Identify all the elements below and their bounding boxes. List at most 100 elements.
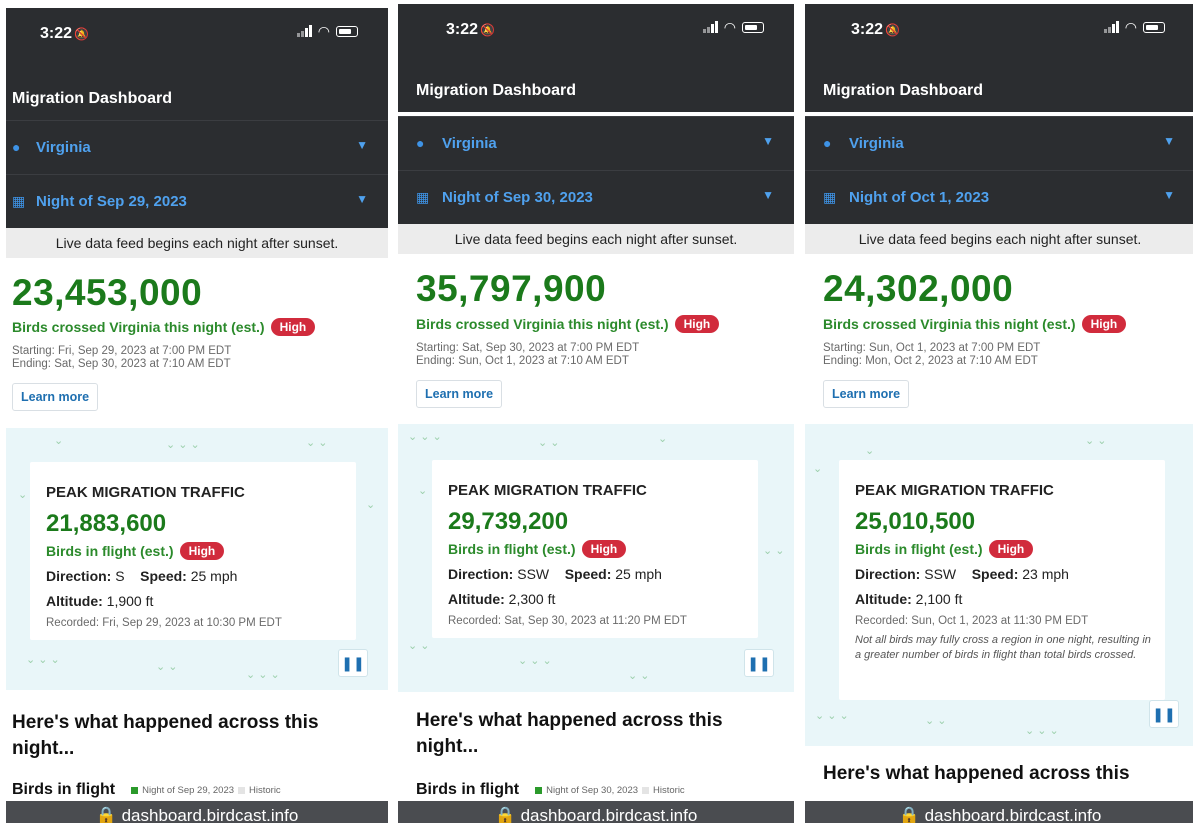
chevron-down-icon: ▼ [762, 188, 774, 202]
total-birds-count: 35,797,900 [416, 268, 607, 309]
night-select[interactable]: ▦ Night of Sep 29, 2023 ▼ [6, 174, 388, 228]
altitude-value: 1,900 ft [106, 593, 154, 609]
migration-map: ⌄ ⌄ ⌄ ⌄ ⌄ ⌄ ⌄ ⌄ ⌄ ⌄ ⌄ ⌄ ⌄ ⌄ ⌄ ⌄ PEAK MIG… [6, 428, 388, 690]
in-flight-label: Birds in flight (est.) [855, 541, 983, 557]
migration-map: ⌄ ⌄ ⌄ ⌄ ⌄ ⌄ ⌄ ⌄ ⌄ ⌄ ⌄ ⌄ PEAK MIGRATION T… [805, 424, 1193, 746]
address-bar[interactable]: 🔒 dashboard.birdcast.info [6, 801, 388, 823]
bird-marker-icon: ⌄ ⌄ ⌄ [815, 710, 849, 722]
battery-icon [1143, 21, 1165, 33]
url-text: dashboard.birdcast.info [121, 806, 299, 823]
peak-count: 29,739,200 [448, 508, 569, 535]
pause-button[interactable]: ❚❚ [1149, 700, 1179, 728]
learn-more-button[interactable]: Learn more [823, 380, 910, 408]
chart-title: Birds in flight [12, 781, 116, 798]
bird-marker-icon: ⌄ ⌄ [628, 670, 650, 682]
birds-in-flight-header: Birds in flight Night of Sep 30, 2023 Hi… [416, 781, 685, 799]
altitude: Altitude: 1,900 ft [46, 593, 153, 609]
birds-crossed-label: Birds crossed Virginia this night (est.) [823, 316, 1076, 332]
bird-marker-icon: ⌄ [54, 435, 64, 447]
live-feed-notice: Live data feed begins each night after s… [398, 224, 794, 254]
altitude: Altitude: 2,100 ft [855, 591, 962, 607]
bird-marker-icon: ⌄ ⌄ [408, 640, 430, 652]
migration-map: ⌄ ⌄ ⌄ ⌄ ⌄ ⌄ ⌄ ⌄ ⌄ ⌄ ⌄ ⌄ ⌄ ⌄ ⌄ ⌄ PEAK MIG… [398, 424, 794, 692]
total-birds-count: 23,453,000 [12, 272, 203, 313]
chevron-down-icon: ▼ [1163, 188, 1175, 202]
status-bar: 3:22 🔕 ◠ [398, 4, 794, 58]
pause-icon: ❚❚ [1152, 706, 1176, 722]
signal-icon [1103, 21, 1119, 33]
app-header: Migration Dashboard [805, 58, 1193, 112]
status-icons: ◠ [296, 24, 358, 38]
peak-title: PEAK MIGRATION TRAFFIC [46, 484, 245, 501]
pause-button[interactable]: ❚❚ [744, 649, 774, 677]
altitude: Altitude: 2,300 ft [448, 591, 555, 607]
intensity-badge: High [988, 540, 1034, 558]
learn-more-button[interactable]: Learn more [12, 383, 99, 411]
legend-historic: Historic [249, 784, 281, 796]
night-select[interactable]: ▦ Night of Oct 1, 2023 ▼ [805, 170, 1193, 224]
bird-marker-icon: ⌄ ⌄ [1085, 435, 1107, 447]
signal-icon [702, 21, 718, 33]
direction-value: SSW [924, 566, 957, 582]
time-range: Starting: Sat, Sep 30, 2023 at 7:00 PM E… [416, 342, 639, 368]
time-range: Starting: Sun, Oct 1, 2023 at 7:00 PM ED… [823, 342, 1040, 368]
address-bar[interactable]: 🔒 dashboard.birdcast.info [398, 801, 794, 823]
silent-bell-icon: 🔕 [885, 23, 900, 37]
end-time: Ending: Mon, Oct 2, 2023 at 7:10 AM EDT [823, 355, 1038, 367]
wifi-icon: ◠ [723, 19, 736, 35]
start-time: Starting: Sat, Sep 30, 2023 at 7:00 PM E… [416, 342, 640, 354]
speed-value: 25 mph [190, 568, 238, 584]
chart-legend: Night of Sep 29, 2023 Historic [131, 785, 281, 796]
speed-value: 23 mph [1022, 566, 1069, 582]
in-flight-row: Birds in flight (est.) High [46, 542, 225, 560]
intensity-badge: High [581, 540, 627, 558]
region-select[interactable]: ● Virginia ▼ [6, 120, 388, 174]
chart-title: Birds in flight [416, 781, 520, 798]
learn-more-button[interactable]: Learn more [416, 380, 503, 408]
intensity-badge: High [1081, 315, 1127, 333]
region-select[interactable]: ● Virginia ▼ [805, 116, 1193, 170]
bird-marker-icon: ⌄ ⌄ ⌄ [26, 654, 60, 666]
phone-screen-oct-1: 3:22 🔕 ◠ Migration Dashboard ● Virginia ▼… [805, 0, 1193, 823]
lock-icon: 🔒 [898, 806, 920, 823]
bird-marker-icon: ⌄ [366, 499, 376, 511]
live-feed-notice: Live data feed begins each night after s… [6, 228, 388, 258]
time-range: Starting: Fri, Sep 29, 2023 at 7:00 PM E… [12, 345, 231, 371]
region-select[interactable]: ● Virginia ▼ [398, 116, 794, 170]
legend-night: Night of Sep 30, 2023 [546, 784, 639, 796]
chevron-down-icon: ▼ [1163, 134, 1175, 148]
speed-label: Speed: [971, 566, 1019, 582]
direction-speed: Direction: SSW Speed: 23 mph [855, 566, 1069, 582]
in-flight-label: Birds in flight (est.) [448, 541, 576, 557]
bird-marker-icon: ⌄ ⌄ [156, 661, 178, 673]
url-text: dashboard.birdcast.info [520, 806, 698, 823]
legend-swatch-historic [642, 786, 650, 794]
night-select[interactable]: ▦ Night of Sep 30, 2023 ▼ [398, 170, 794, 224]
section-title: Here's what happened across this night..… [416, 710, 723, 757]
legend-swatch-night [131, 786, 139, 794]
region-label: Virginia [849, 135, 904, 152]
section-title: Here's what happened across this night..… [12, 712, 319, 759]
address-bar[interactable]: 🔒 dashboard.birdcast.info [805, 801, 1193, 823]
direction-speed: Direction: S Speed: 25 mph [46, 568, 237, 584]
pause-button[interactable]: ❚❚ [338, 649, 368, 677]
calendar-icon: ▦ [12, 193, 26, 209]
direction-label: Direction: [448, 566, 514, 582]
birds-crossed-label: Birds crossed Virginia this night (est.) [416, 316, 669, 332]
pause-icon: ❚❚ [341, 655, 365, 671]
peak-count: 21,883,600 [46, 510, 167, 537]
legend-swatch-night [535, 786, 543, 794]
chevron-down-icon: ▼ [356, 138, 368, 152]
altitude-value: 2,100 ft [915, 591, 963, 607]
intensity-badge: High [179, 542, 225, 560]
altitude-label: Altitude: [855, 591, 912, 607]
chevron-down-icon: ▼ [762, 134, 774, 148]
phone-screen-sep-30: 3:22 🔕 ◠ Migration Dashboard ● Virginia ▼… [398, 0, 794, 823]
night-label: Night of Sep 30, 2023 [442, 189, 593, 206]
globe-icon: ● [12, 139, 21, 155]
bird-marker-icon: ⌄ ⌄ ⌄ [166, 439, 200, 451]
status-time: 3:22 [851, 21, 884, 38]
silent-bell-icon: 🔕 [480, 23, 495, 37]
altitude-label: Altitude: [448, 591, 505, 607]
calendar-icon: ▦ [416, 189, 430, 205]
